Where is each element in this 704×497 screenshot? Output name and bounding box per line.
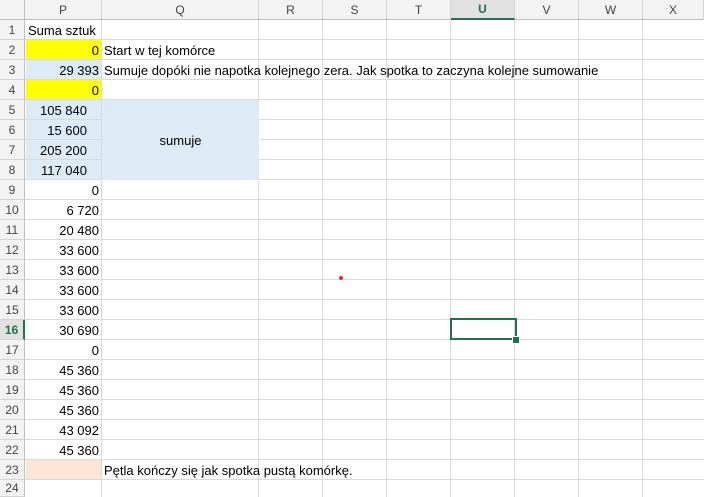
gridline xyxy=(25,379,704,380)
cell-p11[interactable]: 20 480 xyxy=(25,220,102,240)
cell-p7[interactable]: 205 200 xyxy=(25,140,90,160)
gridline xyxy=(25,419,704,420)
cell-p16[interactable]: 30 690 xyxy=(25,320,102,340)
row-header-18[interactable]: 18 xyxy=(0,360,25,380)
gridline xyxy=(25,279,704,280)
stray-red-dot xyxy=(339,276,343,280)
cell-p17[interactable]: 0 xyxy=(25,340,102,360)
cell-p1[interactable]: Suma sztuk xyxy=(25,20,102,40)
row-header-15[interactable]: 15 xyxy=(0,300,25,320)
cell-p10[interactable]: 6 720 xyxy=(25,200,102,220)
column-header-w[interactable]: W xyxy=(579,0,643,20)
gridline xyxy=(25,199,704,200)
column-header-r[interactable]: R xyxy=(259,0,323,20)
column-header-v[interactable]: V xyxy=(515,0,579,20)
row-header-20[interactable]: 20 xyxy=(0,400,25,420)
column-header-x[interactable]: X xyxy=(643,0,704,20)
row-header-19[interactable]: 19 xyxy=(0,380,25,400)
cell-p4[interactable]: 0 xyxy=(25,80,102,100)
column-header-s[interactable]: S xyxy=(323,0,387,20)
row-header-14[interactable]: 14 xyxy=(0,280,25,300)
cell-q23[interactable]: Pętla kończy się jak spotka pustą komórk… xyxy=(101,460,356,480)
cell-p8[interactable]: 117 040 xyxy=(25,160,90,180)
gridline xyxy=(25,299,704,300)
row-header-11[interactable]: 11 xyxy=(0,220,25,240)
cell-p13[interactable]: 33 600 xyxy=(25,260,102,280)
cell-p5[interactable]: 105 840 xyxy=(25,100,90,120)
row-header-4[interactable]: 4 xyxy=(0,80,25,100)
row-header-7[interactable]: 7 xyxy=(0,140,25,160)
spreadsheet-grid: P Q R S T U V W X 1 2 3 4 5 6 7 8 9 10 1… xyxy=(0,0,704,497)
cell-p19[interactable]: 45 360 xyxy=(25,380,102,400)
row-header-22[interactable]: 22 xyxy=(0,440,25,460)
row-header-3[interactable]: 3 xyxy=(0,60,25,80)
active-cell-selection[interactable] xyxy=(450,318,517,340)
row-header-17[interactable]: 17 xyxy=(0,340,25,360)
row-header-9[interactable]: 9 xyxy=(0,180,25,200)
row-header-21[interactable]: 21 xyxy=(0,420,25,440)
gridline xyxy=(25,259,704,260)
row-header-5[interactable]: 5 xyxy=(0,100,25,120)
cell-p15[interactable]: 33 600 xyxy=(25,300,102,320)
cell-p22[interactable]: 45 360 xyxy=(25,440,102,460)
cell-p9[interactable]: 0 xyxy=(25,180,102,200)
cell-p12[interactable]: 33 600 xyxy=(25,240,102,260)
cell-p21[interactable]: 43 092 xyxy=(25,420,102,440)
cell-p3[interactable]: 29 393 xyxy=(25,60,102,80)
cell-p2[interactable]: 0 xyxy=(25,40,102,60)
row-header-8[interactable]: 8 xyxy=(0,160,25,180)
gridline xyxy=(25,319,704,320)
select-all-corner[interactable] xyxy=(0,0,25,20)
column-header-u[interactable]: U xyxy=(451,0,515,20)
row-header-1[interactable]: 1 xyxy=(0,20,25,40)
gridline xyxy=(25,219,704,220)
cell-p18[interactable]: 45 360 xyxy=(25,360,102,380)
cell-p6[interactable]: 15 600 xyxy=(25,120,90,140)
cell-p20[interactable]: 45 360 xyxy=(25,400,102,420)
merged-cell-sumuje[interactable]: sumuje xyxy=(102,100,259,180)
gridline xyxy=(25,339,704,340)
column-header-t[interactable]: T xyxy=(387,0,451,20)
gridline xyxy=(25,359,704,360)
column-header-p[interactable]: P xyxy=(25,0,102,20)
gridline xyxy=(25,239,704,240)
row-header-2[interactable]: 2 xyxy=(0,40,25,60)
row-header-10[interactable]: 10 xyxy=(0,200,25,220)
fill-handle[interactable] xyxy=(512,336,520,344)
cell-p14[interactable]: 33 600 xyxy=(25,280,102,300)
row-header-24[interactable]: 24 xyxy=(0,480,25,497)
column-header-q[interactable]: Q xyxy=(102,0,259,20)
cell-q3[interactable]: Sumuje dopóki nie napotka kolejnego zera… xyxy=(101,60,601,80)
row-header-13[interactable]: 13 xyxy=(0,260,25,280)
cell-q2[interactable]: Start w tej komórce xyxy=(101,40,218,60)
row-header-23[interactable]: 23 xyxy=(0,460,25,480)
cell-fill-p23 xyxy=(26,460,102,480)
gridline xyxy=(25,399,704,400)
row-header-12[interactable]: 12 xyxy=(0,240,25,260)
row-header-6[interactable]: 6 xyxy=(0,120,25,140)
gridline xyxy=(25,439,704,440)
row-header-16[interactable]: 16 xyxy=(0,320,25,340)
